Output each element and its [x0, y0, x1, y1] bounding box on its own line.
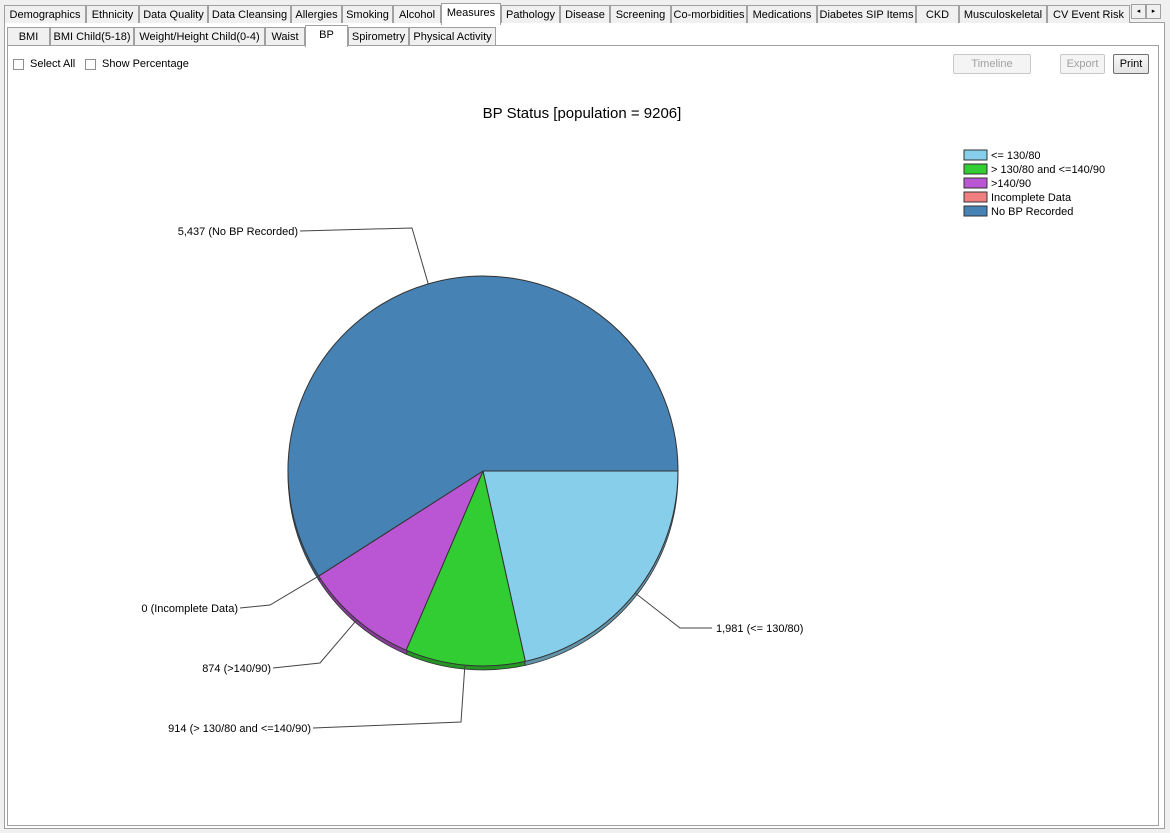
chart-title: BP Status [population = 9206] [483, 105, 682, 122]
leader-line-130-80-and-140-90 [312, 665, 466, 729]
leader-line-130-80 [634, 592, 712, 629]
legend-swatch-140-90 [963, 177, 988, 189]
data-label-130-80-and-140-90: 914 (> 130/80 and <=140/90) [168, 723, 311, 735]
leader-line-incomplete-data [239, 575, 319, 609]
legend-swatch-130-80 [963, 149, 988, 161]
legend-swatch-no-bp-recorded [963, 205, 988, 217]
data-label-140-90: 874 (>140/90) [202, 663, 271, 675]
leader-line-140-90 [272, 619, 358, 669]
leader-line-no-bp-recorded [299, 227, 429, 284]
data-label-130-80: 1,981 (<= 130/80) [716, 623, 803, 635]
subtab-bp[interactable]: BP [305, 25, 348, 47]
data-label-incomplete-data: 0 (Incomplete Data) [141, 603, 238, 615]
legend-label-140-90: >140/90 [991, 178, 1031, 190]
tab-measures[interactable]: Measures [441, 3, 501, 25]
legend-label-130-80: <= 130/80 [991, 150, 1041, 162]
legend-label-no-bp-recorded: No BP Recorded [991, 206, 1073, 218]
bp-status-pie-chart: BP Status [population = 9206] 1,981 (<= … [141, 105, 1105, 735]
legend-label-130-80-and-140-90: > 130/80 and <=140/90 [991, 164, 1105, 176]
legend-swatch-incomplete-data [963, 191, 988, 203]
chart-legend: <= 130/80 > 130/80 and <=140/90 >140/90 Inc… [963, 149, 1105, 218]
legend-label-incomplete-data: Incomplete Data [991, 192, 1072, 204]
data-label-no-bp-recorded: 5,437 (No BP Recorded) [178, 226, 298, 238]
legend-swatch-130-80-and-140-90 [963, 163, 988, 175]
